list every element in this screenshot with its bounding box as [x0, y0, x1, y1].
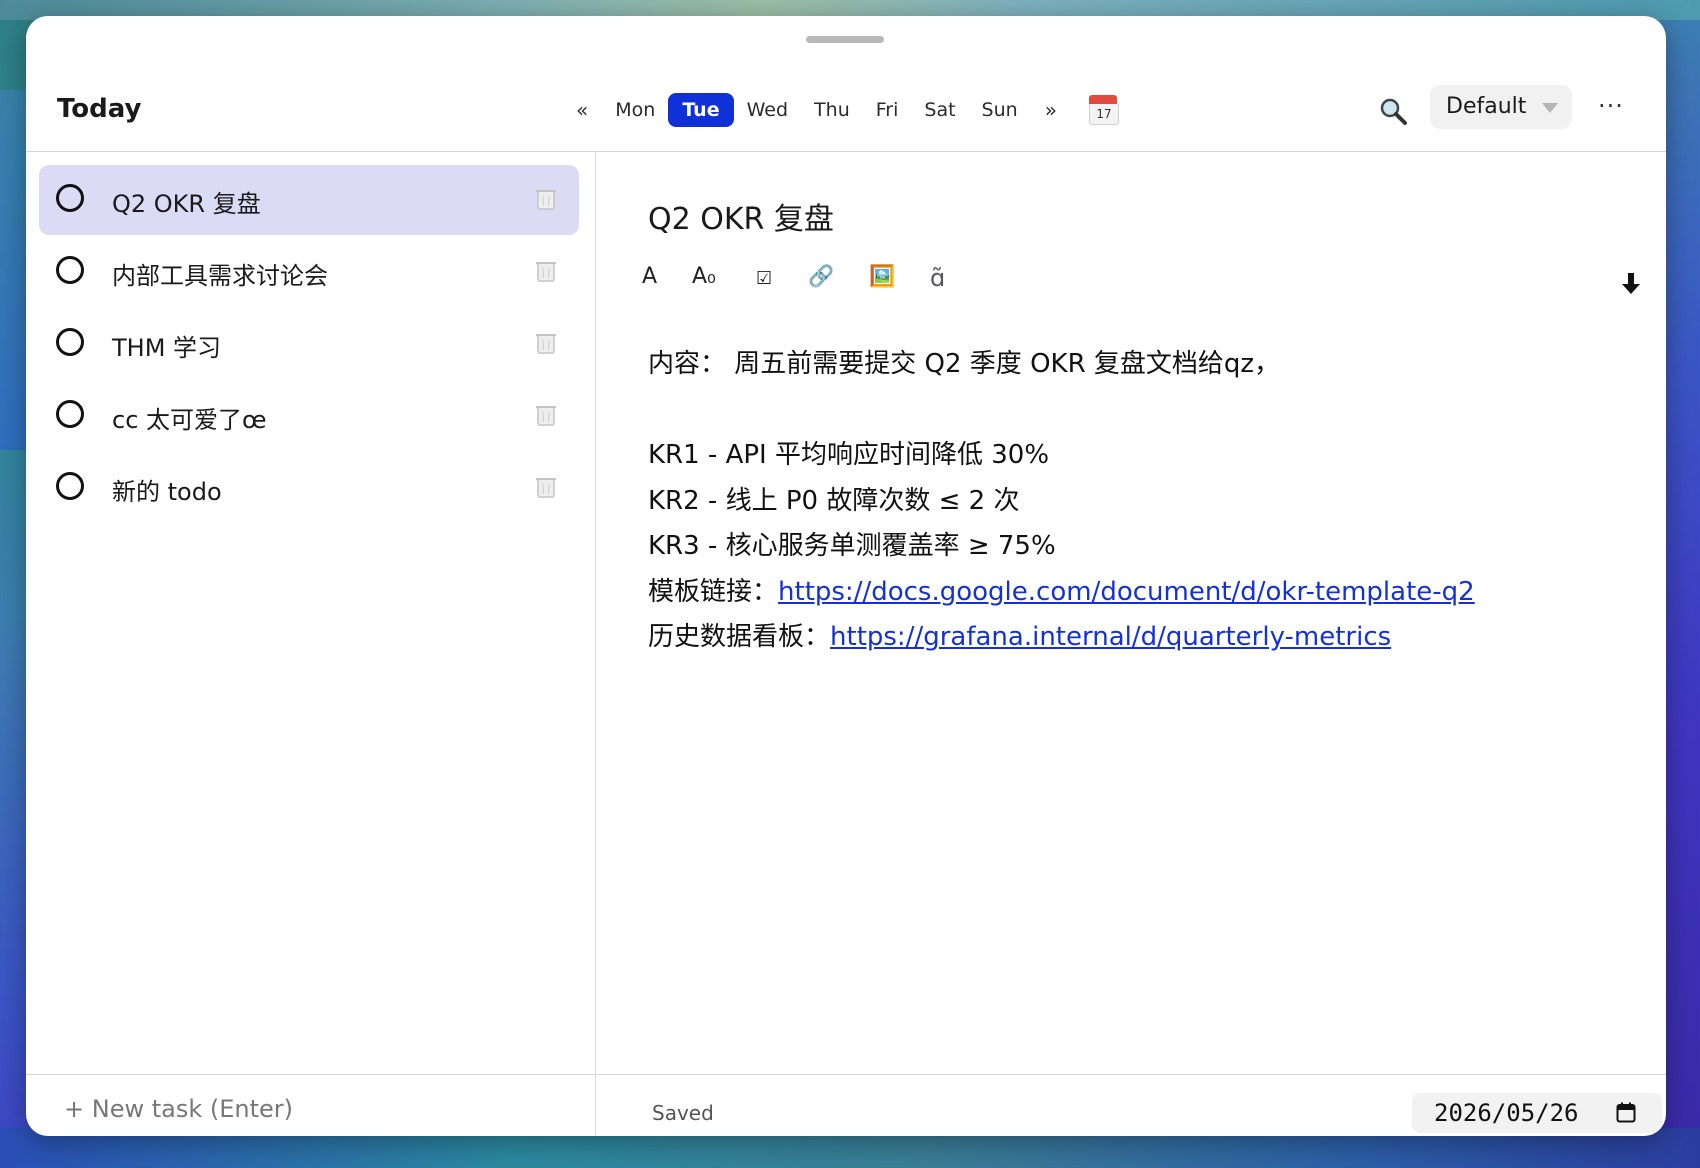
dashboard-link[interactable]: https://grafana.internal/d/quarterly-met…: [830, 622, 1391, 652]
date-value: 2026/05/26: [1434, 1099, 1579, 1127]
task-item-5[interactable]: 新的 todo: [39, 453, 579, 523]
day-tab-tue[interactable]: Tue: [668, 93, 734, 127]
note-text: KR1 - API 平均响应时间降低 30%: [648, 440, 1050, 470]
subscript-button[interactable]: A₀: [692, 264, 716, 296]
task-detail-pane: Q2 OKR 复盘 A A₀ ☑ 🔗 🖼️ ɑ̃ 内容： 周五前需要提交 Q2 …: [596, 152, 1666, 1074]
new-task-bar: + New task (Enter): [26, 1074, 596, 1136]
template-link[interactable]: https://docs.google.com/document/d/okr-t…: [778, 577, 1475, 607]
note-text: 历史数据看板：: [648, 622, 831, 652]
task-checkbox[interactable]: [56, 184, 84, 212]
trash-icon[interactable]: [535, 475, 557, 499]
week-navigator: « Mon Tue Wed Thu Fri Sat Sun » 17: [562, 92, 1119, 128]
note-text: 内容： 周五前需要提交 Q2 季度 OKR 复盘文档给qz，: [648, 349, 1281, 379]
save-status: Saved: [652, 1101, 714, 1125]
next-week-button[interactable]: »: [1031, 93, 1071, 127]
task-label: cc 太可爱了œ: [112, 406, 267, 434]
note-content[interactable]: 内容： 周五前需要提交 Q2 季度 OKR 复盘文档给qz， KR1 - API…: [648, 342, 1475, 661]
note-line: 内容： 周五前需要提交 Q2 季度 OKR 复盘文档给qz，: [648, 342, 1475, 388]
note-line: 历史数据看板：https://grafana.internal/d/quarte…: [648, 615, 1475, 661]
detail-title[interactable]: Q2 OKR 复盘: [648, 194, 834, 238]
task-checkbox[interactable]: [56, 400, 84, 428]
more-menu-icon[interactable]: ···: [1598, 92, 1624, 120]
calendar-icon[interactable]: [1616, 1102, 1636, 1123]
new-task-input[interactable]: + New task (Enter): [64, 1095, 293, 1123]
desktop-background-left: [0, 90, 26, 450]
day-tab-wed[interactable]: Wed: [734, 93, 801, 127]
task-label: 新的 todo: [112, 478, 222, 506]
page-title: Today: [57, 94, 142, 124]
profile-select-value: Default: [1446, 94, 1527, 119]
note-text: 模板链接：: [648, 576, 779, 607]
task-item-4[interactable]: cc 太可爱了œ: [39, 381, 579, 451]
note-line: 模板链接：https://docs.google.com/document/d/…: [648, 570, 1475, 616]
link-button[interactable]: 🔗: [808, 264, 834, 296]
note-line: KR3 - 核心服务单测覆盖率 ≥ 75%: [648, 524, 1475, 570]
task-label: Q2 OKR 复盘: [112, 190, 261, 218]
task-item-2[interactable]: 内部工具需求讨论会: [39, 237, 579, 307]
day-tab-fri[interactable]: Fri: [863, 93, 912, 127]
text-style-button[interactable]: A: [642, 264, 657, 296]
task-item-1[interactable]: Q2 OKR 复盘: [39, 165, 579, 235]
header-bar: Today « Mon Tue Wed Thu Fri Sat Sun » 17…: [26, 56, 1666, 152]
calendar-icon[interactable]: 17: [1088, 95, 1119, 125]
task-item-3[interactable]: THM 学习: [39, 309, 579, 379]
trash-icon[interactable]: [535, 331, 557, 355]
task-checkbox[interactable]: [56, 328, 84, 356]
day-tab-sun[interactable]: Sun: [969, 93, 1031, 127]
task-label: 内部工具需求讨论会: [112, 262, 328, 290]
chevron-down-icon: [1542, 103, 1558, 113]
task-list: Q2 OKR 复盘 内部工具需求讨论会 THM 学习 cc 太可爱了œ 新的 t…: [26, 152, 596, 1074]
image-button[interactable]: 🖼️: [869, 264, 895, 296]
note-text: KR2 - 线上 P0 故障次数 ≤ 2 次: [648, 485, 1020, 516]
note-text: KR3 - 核心服务单测覆盖率 ≥ 75%: [648, 531, 1056, 561]
task-checkbox[interactable]: [56, 256, 84, 284]
window-drag-handle[interactable]: [806, 36, 884, 43]
calendar-icon-header: [1088, 95, 1117, 104]
task-label: THM 学习: [112, 334, 222, 362]
date-picker[interactable]: 2026/05/26: [1412, 1093, 1662, 1133]
day-tab-thu[interactable]: Thu: [801, 93, 863, 127]
note-line: KR1 - API 平均响应时间降低 30%: [648, 433, 1475, 479]
trash-icon[interactable]: [535, 187, 557, 211]
note-line: [648, 388, 1475, 434]
detail-footer: Saved 2026/05/26: [596, 1074, 1666, 1136]
search-icon[interactable]: [1378, 96, 1408, 126]
prev-week-button[interactable]: «: [562, 93, 602, 127]
checkbox-button[interactable]: ☑: [756, 268, 772, 300]
day-tab-mon[interactable]: Mon: [602, 93, 668, 127]
task-checkbox[interactable]: [56, 472, 84, 500]
profile-select[interactable]: Default: [1430, 85, 1572, 129]
editor-toolbar: A A₀ ☑ 🔗 🖼️ ɑ̃: [642, 260, 1622, 300]
calendar-icon-day: 17: [1088, 104, 1119, 125]
code-button[interactable]: ɑ̃: [930, 264, 945, 296]
app-window: Today « Mon Tue Wed Thu Fri Sat Sun » 17…: [26, 16, 1666, 1136]
note-line: KR2 - 线上 P0 故障次数 ≤ 2 次: [648, 479, 1475, 525]
trash-icon[interactable]: [535, 403, 557, 427]
day-tab-sat[interactable]: Sat: [911, 93, 968, 127]
arrow-down-icon[interactable]: [1620, 272, 1642, 296]
trash-icon[interactable]: [535, 259, 557, 283]
